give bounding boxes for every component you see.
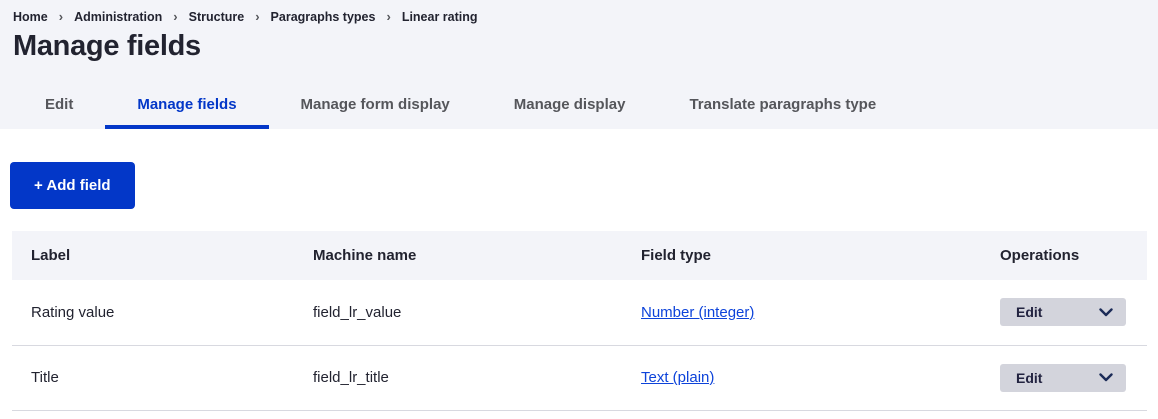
column-header-machine-name: Machine name [294, 231, 622, 280]
tab-manage-display[interactable]: Manage display [482, 83, 658, 129]
table-header-row: Label Machine name Field type Operations [12, 231, 1147, 280]
tab-manage-form-display[interactable]: Manage form display [269, 83, 482, 129]
column-header-field-type: Field type [622, 231, 981, 280]
operations-edit-dropdown[interactable]: Edit [1000, 364, 1126, 392]
tab-edit[interactable]: Edit [13, 83, 105, 129]
primary-tabs: Edit Manage fields Manage form display M… [13, 83, 908, 129]
breadcrumb-item-structure[interactable]: Structure [189, 10, 245, 24]
breadcrumb-separator: › [48, 9, 74, 24]
breadcrumb-separator: › [375, 9, 401, 24]
page-title: Manage fields [13, 30, 1142, 63]
breadcrumb-item-linear-rating[interactable]: Linear rating [402, 10, 478, 24]
tab-translate-paragraphs-type[interactable]: Translate paragraphs type [657, 83, 908, 129]
table-row-title: Title field_lr_title Text (plain) Edit [12, 345, 1147, 410]
breadcrumb: Home › Administration › Structure › Para… [13, 9, 1142, 24]
field-label: Title [12, 345, 294, 410]
chevron-down-icon [1099, 373, 1113, 382]
operations-edit-dropdown[interactable]: Edit [1000, 298, 1126, 326]
field-label: Rating value [12, 280, 294, 345]
breadcrumb-item-home[interactable]: Home [13, 10, 48, 24]
field-machine-name: field_lr_title [294, 345, 622, 410]
add-field-button[interactable]: + Add field [10, 162, 135, 209]
operations-edit-label: Edit [1016, 370, 1042, 386]
breadcrumb-item-paragraphs-types[interactable]: Paragraphs types [271, 10, 376, 24]
table-row-rating-value: Rating value field_lr_value Number (inte… [12, 280, 1147, 345]
field-type-link[interactable]: Number (integer) [641, 304, 754, 321]
field-machine-name: field_lr_value [294, 280, 622, 345]
fields-table: Label Machine name Field type Operations… [12, 231, 1147, 411]
breadcrumb-separator: › [244, 9, 270, 24]
chevron-down-icon [1099, 308, 1113, 317]
field-type-link[interactable]: Text (plain) [641, 369, 714, 386]
breadcrumb-separator: › [162, 9, 188, 24]
operations-edit-label: Edit [1016, 304, 1042, 320]
column-header-label: Label [12, 231, 294, 280]
tab-manage-fields[interactable]: Manage fields [105, 83, 268, 129]
page-header: Home › Administration › Structure › Para… [0, 0, 1158, 129]
breadcrumb-item-administration[interactable]: Administration [74, 10, 162, 24]
column-header-operations: Operations [981, 231, 1147, 280]
